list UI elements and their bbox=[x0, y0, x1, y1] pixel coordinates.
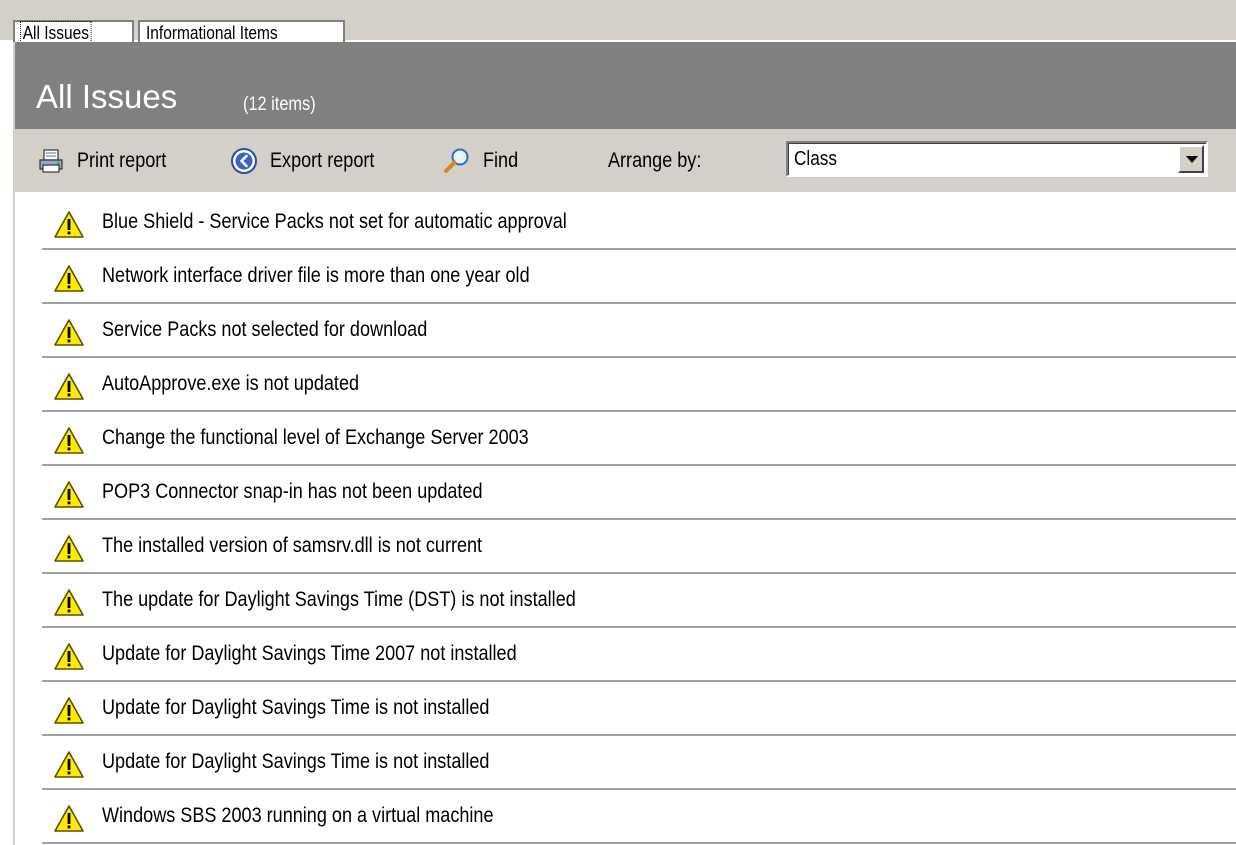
warning-icon bbox=[54, 805, 84, 832]
toolbar: Print report Export report Find Arrange … bbox=[15, 129, 1236, 192]
warning-icon bbox=[54, 535, 84, 562]
find-button[interactable]: Find bbox=[443, 147, 524, 175]
print-report-button[interactable]: Print report bbox=[37, 147, 181, 175]
list-item[interactable]: Update for Daylight Savings Time is not … bbox=[15, 682, 1236, 736]
list-item[interactable]: Change the functional level of Exchange … bbox=[15, 412, 1236, 466]
report-header: All Issues (12 items) bbox=[15, 42, 1236, 129]
tab-strip: All Issues Informational Items bbox=[0, 0, 1236, 45]
warning-icon bbox=[54, 427, 84, 454]
tab-informational-items[interactable]: Informational Items bbox=[138, 20, 345, 43]
chevron-down-icon[interactable] bbox=[1178, 145, 1204, 173]
list-item[interactable]: Update for Daylight Savings Time 2007 no… bbox=[15, 628, 1236, 682]
report-window: All Issues Informational Items All Issue… bbox=[0, 0, 1236, 845]
list-item[interactable]: Service Packs not selected for download bbox=[15, 304, 1236, 358]
list-item-label: The update for Daylight Savings Time (DS… bbox=[102, 588, 576, 611]
list-item[interactable]: Blue Shield - Service Packs not set for … bbox=[15, 196, 1236, 250]
magnifier-icon bbox=[444, 148, 469, 173]
list-item-label: Windows SBS 2003 running on a virtual ma… bbox=[102, 804, 494, 827]
list-item[interactable]: POP3 Connector snap-in has not been upda… bbox=[15, 466, 1236, 520]
export-report-label: Export report bbox=[270, 149, 375, 172]
warning-icon bbox=[54, 751, 84, 778]
arrange-by-label: Arrange by: bbox=[608, 147, 717, 175]
warning-icon bbox=[54, 265, 84, 292]
tab-all-issues[interactable]: All Issues bbox=[13, 20, 134, 45]
list-item-label: Update for Daylight Savings Time is not … bbox=[102, 696, 490, 719]
issues-list: Blue Shield - Service Packs not set for … bbox=[15, 196, 1236, 844]
item-count: (12 items) bbox=[243, 94, 316, 115]
tab-informational-items-label: Informational Items bbox=[146, 23, 278, 43]
warning-icon bbox=[54, 697, 84, 724]
list-item-label: Blue Shield - Service Packs not set for … bbox=[102, 210, 567, 233]
page-title: All Issues bbox=[36, 78, 178, 115]
row-divider bbox=[42, 842, 1236, 844]
print-report-label: Print report bbox=[77, 149, 167, 172]
list-item[interactable]: Update for Daylight Savings Time is not … bbox=[15, 736, 1236, 790]
warning-icon bbox=[54, 319, 84, 346]
find-label: Find bbox=[483, 149, 519, 172]
tab-all-issues-label: All Issues bbox=[20, 21, 92, 45]
back-arrow-circle-icon bbox=[231, 148, 257, 174]
printer-icon bbox=[39, 149, 63, 173]
list-item-label: POP3 Connector snap-in has not been upda… bbox=[102, 480, 483, 503]
list-item-label: Service Packs not selected for download bbox=[102, 318, 428, 341]
list-item-label: Update for Daylight Savings Time is not … bbox=[102, 750, 490, 773]
warning-icon bbox=[54, 373, 84, 400]
list-item-label: Update for Daylight Savings Time 2007 no… bbox=[102, 642, 517, 665]
list-item-label: Change the functional level of Exchange … bbox=[102, 426, 529, 449]
arrange-by-text: Arrange by: bbox=[608, 149, 702, 172]
warning-icon bbox=[54, 589, 84, 616]
warning-icon bbox=[54, 481, 84, 508]
warning-icon bbox=[54, 211, 84, 238]
list-item-label: Network interface driver file is more th… bbox=[102, 264, 530, 287]
warning-icon bbox=[54, 643, 84, 670]
export-report-button[interactable]: Export report bbox=[230, 147, 391, 175]
list-item[interactable]: The installed version of samsrv.dll is n… bbox=[15, 520, 1236, 574]
list-item[interactable]: Windows SBS 2003 running on a virtual ma… bbox=[15, 790, 1236, 844]
arrange-by-select[interactable]: Class bbox=[786, 141, 1208, 177]
arrange-by-value: Class bbox=[794, 148, 838, 170]
list-item[interactable]: AutoApprove.exe is not updated bbox=[15, 358, 1236, 412]
list-item[interactable]: The update for Daylight Savings Time (DS… bbox=[15, 574, 1236, 628]
list-item[interactable]: Network interface driver file is more th… bbox=[15, 250, 1236, 304]
list-item-label: AutoApprove.exe is not updated bbox=[102, 372, 360, 395]
list-item-label: The installed version of samsrv.dll is n… bbox=[102, 534, 483, 557]
